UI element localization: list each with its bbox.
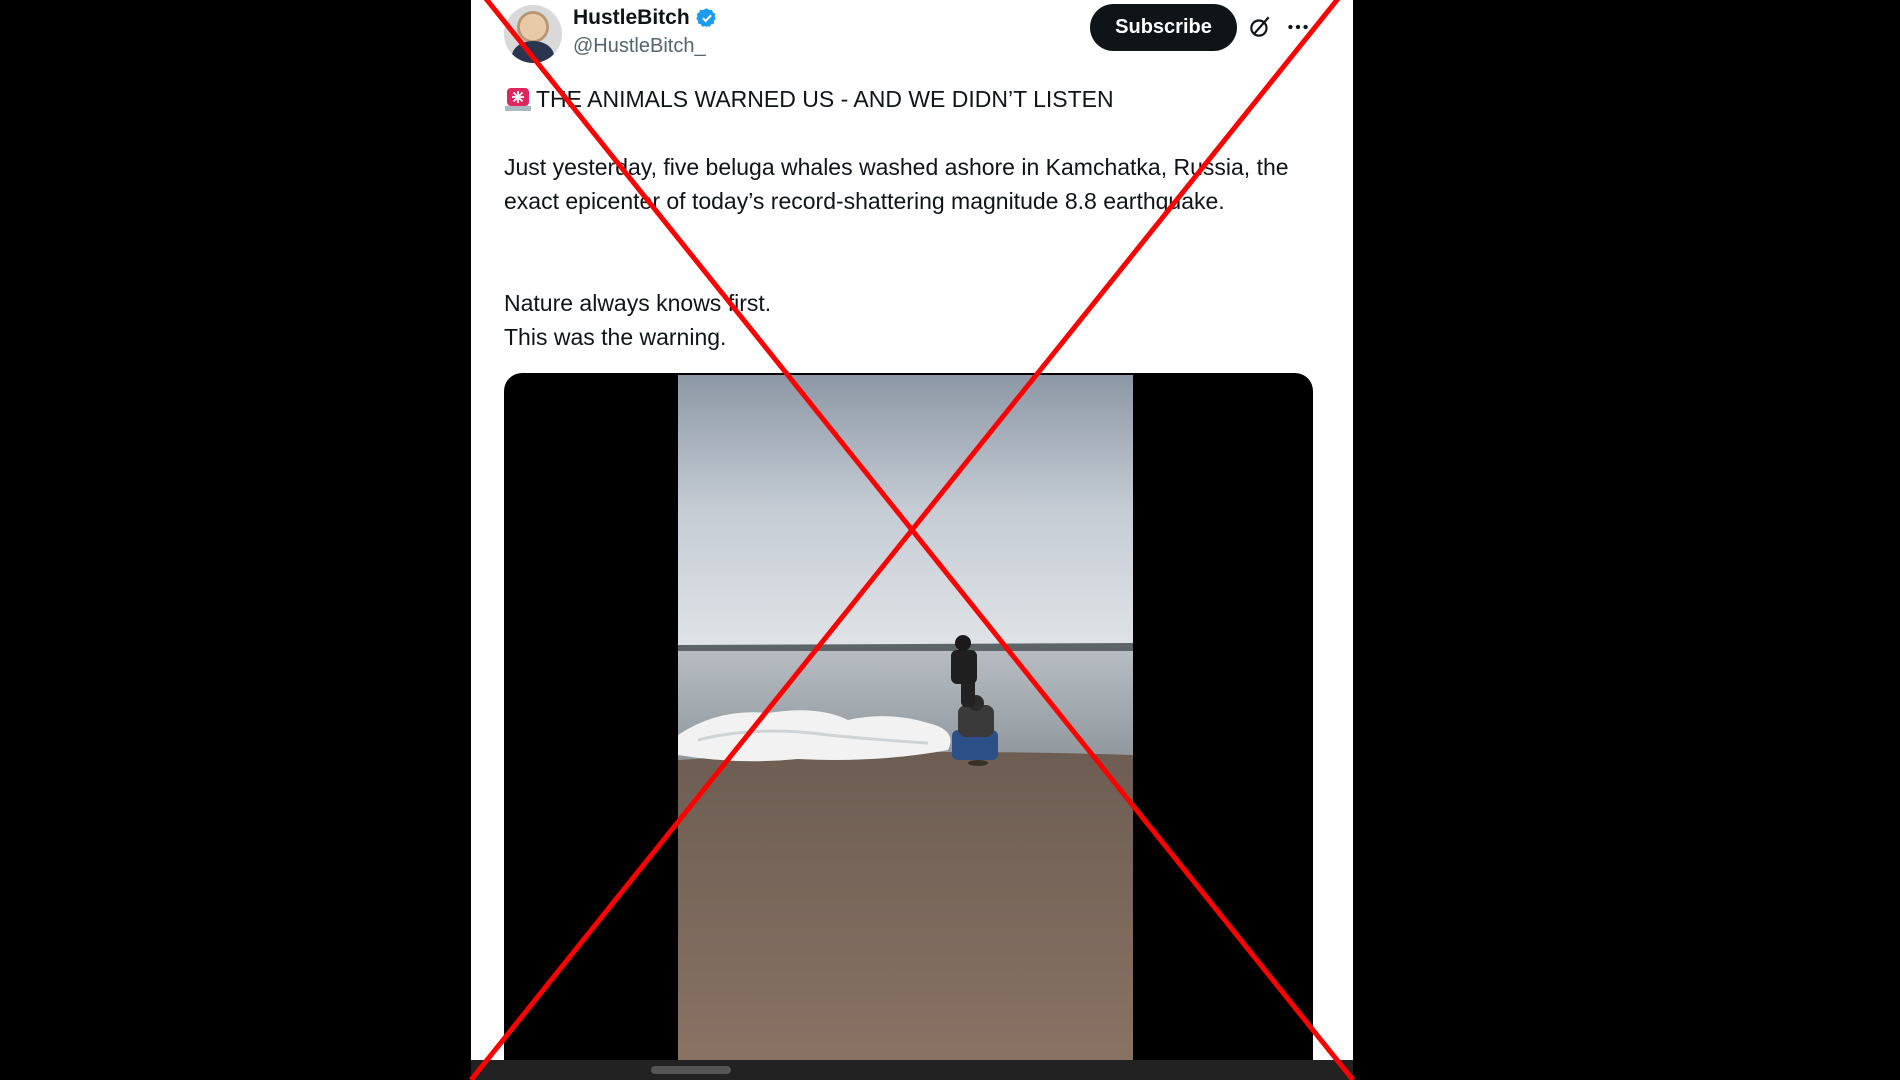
post-heading-line: THE ANIMALS WARNED US - AND WE DIDN’T LI… [504, 82, 1324, 116]
post-paragraph-2-line-1: Nature always knows first. [504, 290, 772, 316]
horizontal-scrollbar[interactable] [471, 1060, 1353, 1080]
post-paragraph-2: Nature always knows first. This was the … [504, 286, 1324, 354]
avatar[interactable] [504, 5, 562, 63]
subscribe-button[interactable]: Subscribe [1090, 4, 1237, 51]
display-name[interactable]: HustleBitch [573, 6, 690, 30]
author-handle[interactable]: @HustleBitch_ [573, 35, 706, 58]
post-paragraph-1: Just yesterday, five beluga whales washe… [504, 154, 1289, 214]
author-name-row: HustleBitch [573, 6, 718, 30]
beach-whales-video-frame[interactable] [678, 375, 1133, 1080]
grok-icon[interactable] [1247, 14, 1273, 40]
video-player[interactable] [504, 373, 1313, 1080]
post-heading: THE ANIMALS WARNED US - AND WE DIDN’T LI… [536, 86, 1114, 112]
scrollbar-thumb[interactable] [651, 1066, 731, 1074]
tweet-card: HustleBitch @HustleBitch_ Subscribe THE … [471, 0, 1353, 1080]
siren-emoji-icon [505, 88, 531, 111]
post-paragraph-2-line-2: This was the warning. [504, 324, 727, 350]
verified-badge-icon [695, 8, 716, 28]
more-options-icon[interactable] [1285, 14, 1311, 40]
